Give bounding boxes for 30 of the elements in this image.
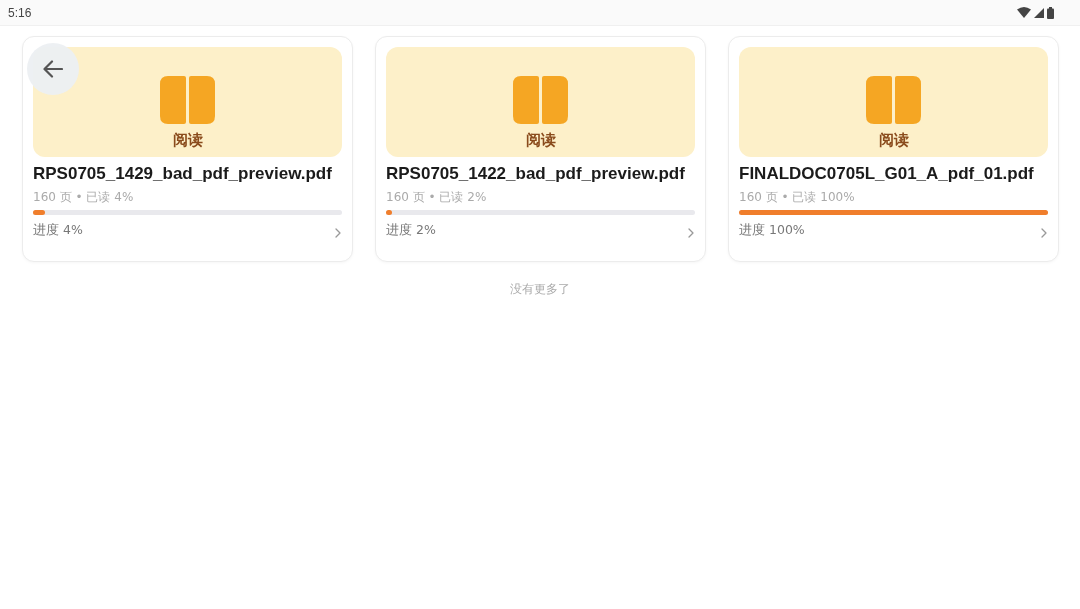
status-time: 5:16: [8, 5, 32, 20]
document-title: RPS0705_1429_bad_pdf_preview.pdf: [33, 163, 333, 185]
book-icon: [866, 76, 921, 124]
chevron-right-icon: [688, 227, 694, 238]
battery-icon: [1047, 6, 1054, 19]
chevron-right-icon: [1041, 227, 1047, 238]
wifi-icon: [1017, 7, 1031, 18]
document-meta: 160 页 • 已读 2%: [386, 189, 488, 205]
document-cover[interactable]: 阅读: [739, 47, 1048, 157]
document-card[interactable]: 阅读 RPS0705_1429_bad_pdf_preview.pdf 160 页 • 已读 4% 进度 4%: [22, 36, 353, 262]
document-card[interactable]: 阅读 RPS0705_1422_bad_pdf_preview.pdf 160 页 • 已读 2% 进度 2%: [375, 36, 706, 262]
document-meta: 160 页 • 已读 4%: [33, 189, 135, 205]
progress-label: 进度 4%: [33, 221, 83, 239]
cover-label: 阅读: [878, 130, 909, 150]
document-cover[interactable]: 阅读: [386, 47, 695, 157]
book-icon: [513, 76, 568, 124]
back-arrow-icon: [43, 60, 63, 78]
book-icon: [160, 76, 215, 124]
cover-label: 阅读: [172, 130, 203, 150]
end-of-list-text: 没有更多了: [510, 281, 570, 297]
progress-label: 进度 2%: [386, 221, 436, 239]
document-cover[interactable]: 阅读: [33, 47, 342, 157]
document-title: FINALDOC0705L_G01_A_pdf_01.pdf: [739, 163, 1035, 185]
cover-label: 阅读: [525, 130, 556, 150]
document-card[interactable]: 阅读 FINALDOC0705L_G01_A_pdf_01.pdf 160 页 • 已读 100% 进度 100%: [728, 36, 1059, 262]
document-title: RPS0705_1422_bad_pdf_preview.pdf: [386, 163, 686, 185]
document-meta: 160 页 • 已读 100%: [739, 189, 856, 205]
signal-icon: [1034, 7, 1044, 18]
progress-label: 进度 100%: [739, 221, 805, 239]
chevron-right-icon: [335, 227, 341, 238]
